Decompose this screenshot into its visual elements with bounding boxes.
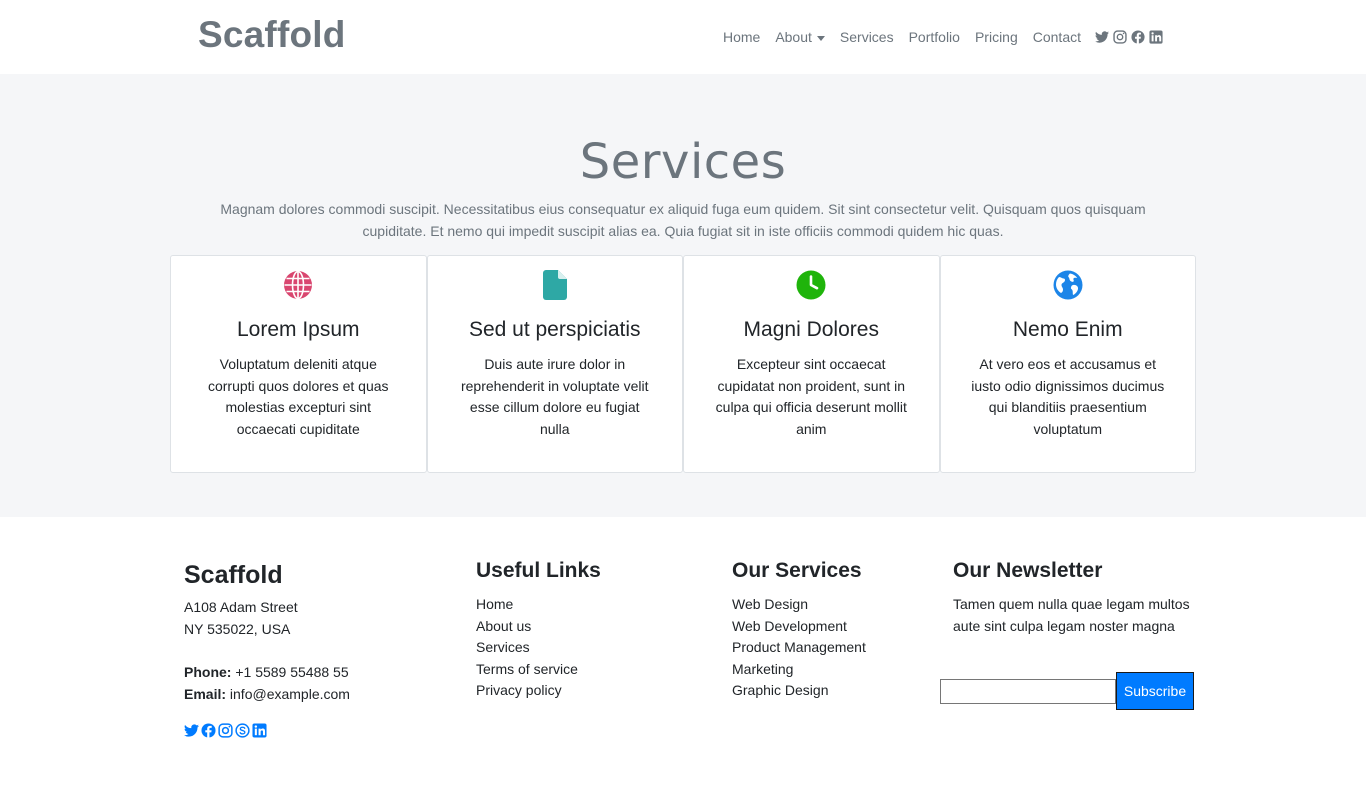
service-cards: Lorem Ipsum Voluptatum deleniti atque co… [170,255,1196,473]
newsletter-text: Tamen quem nulla quae legam multos aute … [953,596,1190,634]
service-card: Sed ut perspiciatis Duis aute irure dolo… [426,255,683,473]
section-title: Services [579,134,787,190]
footer-service-marketing[interactable]: Marketing [732,659,866,681]
useful-links-list: Home About us Services Terms of service … [476,594,578,702]
linkedin-icon[interactable] [252,723,267,738]
facebook-icon[interactable] [201,723,216,738]
footer-service-product-management[interactable]: Product Management [732,637,866,659]
instagram-icon[interactable] [1113,30,1127,44]
footer-link-home[interactable]: Home [476,594,578,616]
footer-brand: Scaffold [184,561,283,589]
useful-links-title: Useful Links [476,559,601,582]
nav-portfolio[interactable]: Portfolio [909,29,960,45]
services-section: Services Magnam dolores commodi suscipit… [0,74,1366,517]
footer-address: A108 Adam Street NY 535022, USA [184,597,298,640]
footer-service-web-development[interactable]: Web Development [732,616,866,638]
caret-down-icon [816,35,825,41]
card-title: Lorem Ipsum [236,318,360,341]
email-label: Email: [184,685,227,702]
service-card: Nemo Enim At vero eos et accusamus et iu… [939,255,1196,473]
brand-logo[interactable]: Scaffold [198,14,346,56]
card-title: Nemo Enim [1012,318,1123,341]
card-text: Duis aute irure dolor in reprehenderit i… [460,356,649,438]
globe-icon [171,270,426,300]
nav-pricing[interactable]: Pricing [975,29,1018,45]
footer-link-privacy[interactable]: Privacy policy [476,680,578,702]
phone-line: Phone: +1 5589 55488 55 [184,662,350,684]
email-value: info@example.com [229,685,350,702]
our-services-list: Web Design Web Development Product Manag… [732,594,866,702]
address-line: A108 Adam Street [184,599,298,615]
twitter-icon[interactable] [184,723,199,738]
footer-link-about[interactable]: About us [476,616,578,638]
newsletter-title: Our Newsletter [953,559,1103,582]
subscribe-button[interactable]: Subscribe [1116,672,1194,710]
main-nav: Home About Services Portfolio Pricing Co… [723,26,1163,48]
footer-social-links [184,723,269,738]
facebook-icon[interactable] [1131,30,1145,44]
card-text: Excepteur sint occaecat cupidatat non pr… [715,356,907,438]
newsletter-email-input[interactable] [940,679,1116,704]
file-icon [428,270,683,300]
linkedin-icon[interactable] [1149,30,1163,44]
nav-contact[interactable]: Contact [1033,29,1081,45]
earth-icon [941,270,1196,300]
nav-about-label: About [775,29,812,45]
twitter-icon[interactable] [1095,30,1109,44]
navbar: Scaffold Home About Services Portfolio P… [0,0,1366,74]
card-title: Magni Dolores [743,318,879,341]
footer-link-services[interactable]: Services [476,637,578,659]
phone-value: +1 5589 55488 55 [235,664,349,680]
newsletter-form: Subscribe [940,672,1194,710]
phone-label: Phone: [184,664,232,680]
nav-home[interactable]: Home [723,29,760,45]
footer-service-web-design[interactable]: Web Design [732,594,866,616]
address-line: NY 535022, USA [184,620,291,637]
service-card: Magni Dolores Excepteur sint occaecat cu… [683,255,940,473]
service-card: Lorem Ipsum Voluptatum deleniti atque co… [170,255,427,473]
instagram-icon[interactable] [218,723,233,738]
our-services-title: Our Services [732,559,862,582]
clock-icon [684,270,939,300]
nav-social-links [1095,30,1163,44]
footer-service-graphic-design[interactable]: Graphic Design [732,680,866,702]
card-text: At vero eos et accusamus et iusto odio d… [971,356,1165,438]
email-line: Email: info@example.com [184,684,350,706]
nav-about[interactable]: About [775,29,825,45]
card-text: Voluptatum deleniti atque corrupti quos … [207,356,389,438]
card-title: Sed ut perspiciatis [468,318,641,341]
nav-services[interactable]: Services [840,29,894,45]
footer-link-terms[interactable]: Terms of service [476,659,578,681]
footer-contact: Phone: +1 5589 55488 55 Email: info@exam… [184,662,350,705]
footer: Scaffold A108 Adam Street NY 535022, USA… [0,517,1366,785]
section-description: Magnam dolores commodi suscipit. Necessi… [220,201,1146,239]
skype-icon[interactable] [235,723,250,738]
